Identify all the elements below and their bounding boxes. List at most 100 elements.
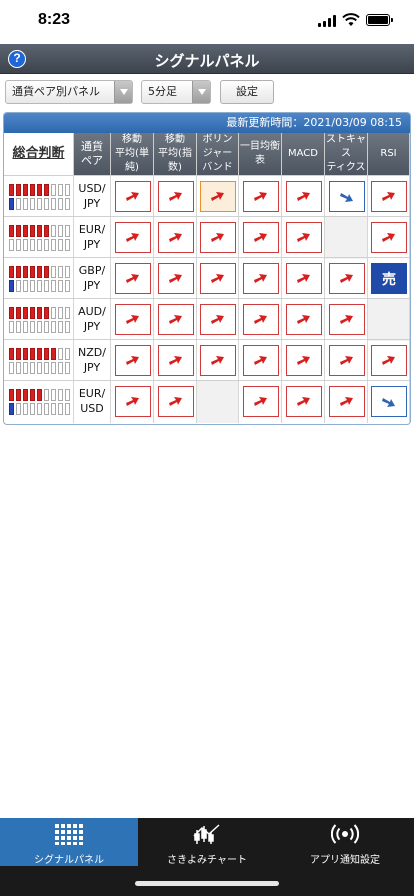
signal-cell[interactable] [197,340,239,382]
signal-cell[interactable] [239,299,282,341]
arrow-up-right-icon [126,355,139,365]
signal-cell[interactable] [325,299,368,341]
gauge-segment [23,389,28,401]
signal-up [286,222,322,253]
overall-judgment-cell[interactable] [4,176,74,218]
signal-up [286,181,322,212]
grid-panel-icon [55,824,83,845]
table-row: EUR/USD [4,380,410,423]
signal-cell[interactable] [111,176,154,218]
gauge-segment [65,321,70,333]
currency-pair-line: JPY [83,279,101,292]
signal-cell[interactable] [111,299,154,341]
overall-judgment-cell[interactable] [4,381,74,423]
signal-panel: 最新更新時間：2021/03/09 08:15 総合判断 通貨 ペア 移動 平均(単 純)… [3,112,411,425]
tab-forecast-chart[interactable]: さきよみチャート [138,818,276,866]
signal-cell[interactable] [282,381,325,423]
signal-cell[interactable] [111,258,154,300]
battery-icon [366,14,390,26]
gauge-segment [16,321,21,333]
overall-judgment-cell[interactable] [4,340,74,382]
gauge-segment [37,348,42,360]
signal-cell[interactable] [154,176,197,218]
gauge-segment [30,389,35,401]
signal-cell[interactable] [154,381,197,423]
signal-cell[interactable] [111,217,154,259]
signal-cell[interactable] [368,217,410,259]
signal-gauge [9,307,71,333]
signal-cell[interactable] [282,217,325,259]
mode-select[interactable]: 通貨ペア別パネル [5,80,133,104]
signal-cell[interactable] [325,258,368,300]
overall-judgment-cell[interactable] [4,258,74,300]
signal-cell[interactable] [368,340,410,382]
gauge-segment [9,184,14,196]
gauge-segment [65,280,70,292]
signal-cell[interactable] [111,381,154,423]
signal-cell[interactable] [368,176,410,218]
signal-cell[interactable] [282,340,325,382]
grid-header: 総合判断 通貨 ペア 移動 平均(単 純) 移動 平均(指 数) ボリン ジャー バンド 一目均衡表 MA… [4,133,410,175]
signal-cell[interactable] [154,258,197,300]
signal-cell[interactable] [197,217,239,259]
signal-cell[interactable]: 売 [368,258,410,300]
column-header-line: 移動 [122,134,142,145]
signal-up [115,181,151,212]
gauge-segment [16,362,21,374]
tab-notification-settings[interactable]: アプリ通知設定 [276,818,414,866]
signal-cell[interactable] [325,176,368,218]
overall-judgment-cell[interactable] [4,299,74,341]
sell-badge: 売 [371,263,407,294]
arrow-down-right-icon [340,192,353,202]
signal-cell[interactable] [239,217,282,259]
gauge-segment [58,403,63,415]
signal-cell[interactable] [154,217,197,259]
signal-up [200,263,236,294]
broadcast-icon [331,824,359,844]
signal-cell [197,381,239,423]
settings-button[interactable]: 設定 [220,80,274,104]
signal-cell[interactable] [197,299,239,341]
arrow-down-right-icon [382,397,395,407]
arrow-up-right-icon [297,314,310,324]
signal-up [243,345,279,376]
signal-cell[interactable] [325,340,368,382]
arrow-up-right-icon [297,232,310,242]
signal-cell[interactable] [197,258,239,300]
overall-judgment-cell[interactable] [4,217,74,259]
gauge-segment [30,362,35,374]
table-row: USD/JPY [4,175,410,218]
signal-cell[interactable] [154,299,197,341]
signal-cell[interactable] [239,176,282,218]
signal-cell[interactable] [282,258,325,300]
arrow-up-right-icon [169,355,182,365]
signal-cell[interactable] [282,299,325,341]
column-header: ストキャス ティクス [325,133,368,175]
signal-cell[interactable] [239,258,282,300]
battery-tip [391,18,393,22]
gauge-segment [58,266,63,278]
signal-cell[interactable] [239,381,282,423]
signal-up [243,304,279,335]
gauge-segment [30,225,35,237]
signal-cell[interactable] [282,176,325,218]
signal-cell[interactable] [197,176,239,218]
signal-cell[interactable] [239,340,282,382]
signal-cell[interactable] [111,340,154,382]
timeframe-select[interactable]: 5分足 [141,80,211,104]
column-header-line: ペア [81,154,103,167]
signal-up [115,386,151,417]
signal-cell[interactable] [154,340,197,382]
gauge-segment [65,389,70,401]
column-header-line: ボリン [202,134,233,145]
signal-cell[interactable] [368,381,410,423]
gauge-segment [58,321,63,333]
signal-cell[interactable] [325,381,368,423]
arrow-up-right-icon [254,191,267,201]
currency-pair-label: USD/JPY [74,181,110,211]
column-header[interactable]: 総合判断 [4,133,74,175]
gauge-segment [16,389,21,401]
gauge-segment [23,348,28,360]
currency-pair-cell: NZD/JPY [74,340,111,382]
tab-signal-panel[interactable]: シグナルパネル [0,818,138,866]
